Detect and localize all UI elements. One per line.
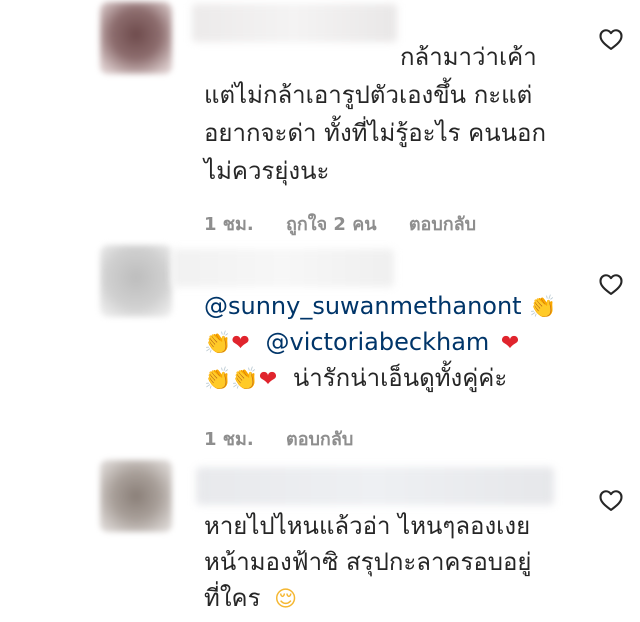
avatar[interactable] bbox=[100, 460, 172, 532]
like-comment-button[interactable] bbox=[597, 486, 625, 514]
comment-text-line: หน้ามองฟ้าซิ สรุปกะลาครอบอยู่ bbox=[204, 548, 532, 576]
comment-text-line: ที่ใคร 😌 bbox=[204, 579, 297, 619]
comment-text: ที่ใคร bbox=[204, 584, 261, 612]
relieved-face-emoji: 😌 bbox=[274, 587, 298, 612]
heart-outline-icon bbox=[599, 490, 623, 511]
comment-text-line: หายไปไหนแล้วอ่า ไหนๆลองเงย bbox=[204, 512, 531, 540]
comment-3: หายไปไหนแล้วอ่า ไหนๆลองเงย หน้ามองฟ้าซิ … bbox=[0, 0, 640, 622]
username-redacted[interactable] bbox=[196, 467, 554, 505]
